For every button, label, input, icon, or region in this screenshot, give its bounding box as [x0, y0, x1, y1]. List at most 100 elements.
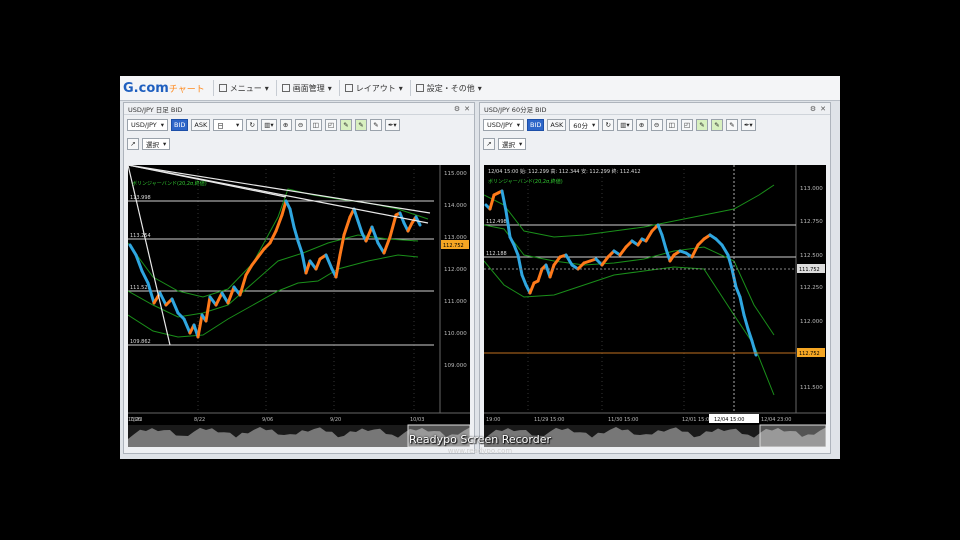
- price-tick-label: 112.250: [800, 285, 823, 291]
- draw-select[interactable]: 選択 ▾: [142, 137, 171, 150]
- bollinger-band-line: [128, 234, 419, 318]
- level-label: 112.188: [486, 251, 507, 257]
- bid-button[interactable]: BID: [171, 119, 189, 131]
- reference-price-text: 111.752: [799, 267, 820, 273]
- level-label: 113.998: [130, 195, 151, 201]
- timeframe-select[interactable]: 60分 ▾: [569, 119, 600, 131]
- price-tick-label: 112.500: [800, 253, 823, 259]
- close-icon[interactable]: ✕: [820, 105, 826, 113]
- price-candle-segment: [140, 269, 150, 285]
- chart-type-icon[interactable]: ▥▾: [261, 119, 277, 131]
- screen-manage-button[interactable]: 画面管理 ▾: [275, 80, 337, 96]
- panel-title-bar: USD/JPY 60分足 BID ⚙ ✕: [480, 103, 830, 115]
- settings-button[interactable]: 設定・その他 ▾: [409, 80, 487, 96]
- price-tick-label: 115.000: [444, 171, 467, 177]
- menu-button[interactable]: メニュー ▾: [212, 80, 274, 96]
- chart-type-icon[interactable]: ▥▾: [617, 119, 633, 131]
- ask-button[interactable]: ASK: [191, 119, 211, 131]
- price-candle-segment: [528, 281, 536, 295]
- pen-tool-icon[interactable]: ✒▾: [740, 119, 756, 131]
- price-candle-segment: [304, 259, 312, 275]
- price-candle-segment: [128, 243, 138, 257]
- price-candle-segment: [338, 233, 346, 257]
- chart-toolbar-2: ↗ 選択 ▾: [124, 135, 474, 152]
- compare-icon[interactable]: ◰: [680, 119, 693, 131]
- price-candle-segment: [388, 213, 398, 239]
- ask-button[interactable]: ASK: [547, 119, 567, 131]
- cursor-icon[interactable]: ↗: [127, 137, 139, 150]
- indicator-icon[interactable]: ◫: [665, 119, 678, 131]
- price-candle-segment: [296, 239, 304, 255]
- price-candle-segment: [342, 215, 352, 237]
- daily-chart-panel: USD/JPY 日足 BID ⚙ ✕ USD/JPY ▾ BID ASK 日 ▾ ↻ …: [123, 102, 475, 454]
- date-tick-label: 9/06: [262, 417, 273, 423]
- price-tick-label: 112.750: [800, 219, 823, 225]
- timeframe-select[interactable]: 日 ▾: [213, 119, 244, 131]
- chart-toolbar: USD/JPY ▾ BID ASK 60分 ▾ ↻ ▥▾ ⊕ ⊖ ◫ ◰ ✎ ✎ ✎…: [480, 115, 830, 135]
- price-tick-label: 111.000: [444, 299, 467, 305]
- date-tick-label: 8/22: [194, 417, 205, 423]
- price-candle-segment: [288, 207, 296, 229]
- price-candle-segment: [690, 243, 700, 259]
- price-candle-segment: [314, 257, 322, 271]
- price-tick-label: 112.000: [444, 267, 467, 273]
- layout-button[interactable]: レイアウト ▾: [338, 80, 408, 96]
- currency-pair-select[interactable]: USD/JPY ▾: [127, 119, 169, 131]
- price-tick-label: 113.000: [800, 186, 823, 192]
- daily-candlestick-chart[interactable]: 115.000 114.000 113.000 112.000 111.000 110.0…: [128, 165, 470, 447]
- panel-title: USD/JPY 60分足 BID: [484, 105, 547, 114]
- zoom-in-icon[interactable]: ⊕: [635, 119, 648, 131]
- hourly-candlestick-chart[interactable]: 113.000 112.750 112.500 112.250 112.000 111.7…: [484, 165, 826, 447]
- price-candle-segment: [324, 253, 334, 271]
- bollinger-band-line: [128, 254, 419, 338]
- indicator-label: ボリンジャーバンド(20,2σ,終値): [132, 180, 207, 187]
- draw-icon-1[interactable]: ✎: [695, 119, 708, 131]
- price-candle-segment: [158, 291, 168, 307]
- draw-icon-3[interactable]: ✎: [369, 119, 382, 131]
- price-candle-segment: [656, 223, 664, 237]
- close-icon[interactable]: ✕: [464, 105, 470, 113]
- zoom-out-icon[interactable]: ⊖: [294, 119, 307, 131]
- price-tick-label: 112.000: [800, 319, 823, 325]
- price-tick-label: 109.000: [444, 363, 467, 369]
- bid-button[interactable]: BID: [527, 119, 545, 131]
- draw-icon-3[interactable]: ✎: [725, 119, 738, 131]
- hourly-chart-svg[interactable]: 113.000 112.750 112.500 112.250 112.000 111.7…: [484, 165, 826, 447]
- date-tick-label: 19:00: [486, 417, 500, 423]
- chart-application: G.comチャート メニュー ▾ 画面管理 ▾ レイアウト ▾ 設定・その他 ▾ USD…: [120, 76, 840, 459]
- chart-toolbar-2: ↗ 選択 ▾: [480, 135, 830, 152]
- price-tick-label: 111.500: [800, 385, 823, 391]
- price-candle-segment: [488, 193, 496, 211]
- draw-select[interactable]: 選択 ▾: [498, 137, 527, 150]
- indicator-icon[interactable]: ◫: [309, 119, 322, 131]
- date-tick-label: 12/04 23:00: [761, 417, 791, 423]
- price-candle-segment: [300, 251, 308, 275]
- daily-chart-svg[interactable]: 115.000114.000113.000112.000111.000110.0…: [128, 165, 470, 447]
- draw-icon-2[interactable]: ✎: [710, 119, 723, 131]
- settings-icon[interactable]: ⚙: [810, 105, 816, 113]
- price-candle-segment: [548, 263, 556, 279]
- screen-icon: [281, 84, 290, 92]
- price-candle-segment: [268, 229, 278, 245]
- price-candle-segment: [370, 225, 380, 245]
- draw-icon-1[interactable]: ✎: [339, 119, 352, 131]
- ohlc-readout: 12/04 15:00 始: 112.299 高: 112.344 安: 112…: [488, 168, 641, 175]
- price-candle-segment: [352, 207, 360, 223]
- price-candle-segment: [734, 285, 742, 299]
- refresh-icon[interactable]: ↻: [602, 119, 615, 131]
- date-tick-label: 10/03: [410, 417, 424, 423]
- settings-icon[interactable]: ⚙: [454, 105, 460, 113]
- cursor-icon[interactable]: ↗: [483, 137, 495, 150]
- pen-tool-icon[interactable]: ✒▾: [384, 119, 400, 131]
- zoom-in-icon[interactable]: ⊕: [279, 119, 292, 131]
- currency-pair-select[interactable]: USD/JPY ▾: [483, 119, 525, 131]
- current-price-text: 112.752: [799, 351, 820, 357]
- gear-icon: [415, 84, 424, 92]
- compare-icon[interactable]: ◰: [324, 119, 337, 131]
- refresh-icon[interactable]: ↻: [246, 119, 259, 131]
- level-label: 113.254: [130, 233, 151, 239]
- zoom-out-icon[interactable]: ⊖: [650, 119, 663, 131]
- draw-icon-2[interactable]: ✎: [354, 119, 367, 131]
- gcom-logo: G.comチャート: [123, 80, 205, 96]
- price-candle-segment: [274, 213, 284, 233]
